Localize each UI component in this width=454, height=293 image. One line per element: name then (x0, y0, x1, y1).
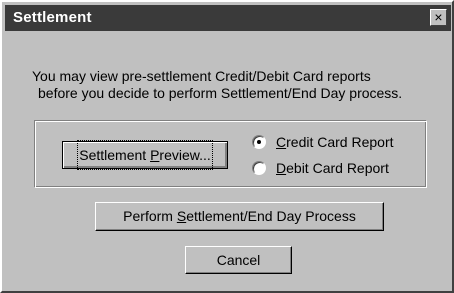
settlement-preview-label: Settlement Preview... (77, 140, 213, 170)
info-message: You may view pre-settlement Credit/Debit… (32, 68, 442, 102)
credit-card-report-label: Credit Card Report (276, 134, 394, 150)
message-line-2: before you decide to perform Settlement/… (38, 85, 403, 101)
debit-card-report-label: Debit Card Report (276, 160, 389, 176)
close-button[interactable]: × (430, 9, 447, 26)
settlement-dialog: Settlement × You may view pre-settlement… (0, 0, 454, 293)
radio-debit-card-report[interactable]: Debit Card Report (252, 159, 389, 177)
radio-button-unselected[interactable] (252, 161, 266, 175)
radio-credit-card-report[interactable]: Credit Card Report (252, 133, 394, 151)
radio-dot-icon (257, 140, 261, 144)
perform-settlement-label: Perform Settlement/End Day Process (123, 208, 356, 224)
title-bar[interactable]: Settlement × (5, 5, 451, 31)
window-title: Settlement (13, 9, 92, 26)
settlement-preview-button[interactable]: Settlement Preview... (62, 140, 228, 170)
cancel-button[interactable]: Cancel (185, 246, 292, 274)
radio-button-selected[interactable] (252, 135, 266, 149)
cancel-label: Cancel (216, 252, 261, 268)
message-line-1: You may view pre-settlement Credit/Debit… (32, 68, 371, 84)
perform-settlement-button[interactable]: Perform Settlement/End Day Process (95, 202, 384, 231)
close-icon: × (434, 9, 443, 25)
